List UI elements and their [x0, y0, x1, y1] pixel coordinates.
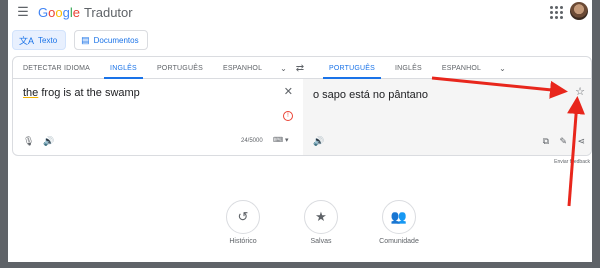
- logo-letter: o: [55, 4, 63, 20]
- community-item[interactable]: 👥 Comunidade: [374, 200, 424, 245]
- google-translate-logo[interactable]: Google Tradutor: [38, 5, 133, 20]
- copy-icon[interactable]: ⧉: [543, 136, 549, 147]
- frame-bottom: [0, 262, 600, 268]
- tab-target-spanish[interactable]: ESPANHOL: [432, 57, 491, 79]
- quick-access-row: ↺ Histórico ★ Salvas 👥 Comunidade: [218, 200, 424, 245]
- target-more-languages-chevron-icon[interactable]: ⌄: [491, 64, 514, 73]
- source-text-rest: frog is at the swamp: [38, 87, 140, 99]
- character-count: 24/5000: [241, 138, 263, 144]
- translation-card: DETECTAR IDIOMA INGLÊS PORTUGUÊS ESPANHO…: [12, 56, 592, 156]
- saved-label: Salvas: [310, 238, 332, 245]
- send-feedback-link[interactable]: Enviar feedback: [554, 159, 590, 165]
- history-label: Histórico: [229, 238, 257, 245]
- tab-target-english[interactable]: INGLÊS: [385, 57, 432, 79]
- logo-letter: g: [62, 4, 70, 20]
- listen-source-speaker-icon[interactable]: 🔊: [43, 136, 54, 147]
- edit-icon[interactable]: ✎: [559, 136, 567, 147]
- text-mode-button[interactable]: 文A Texto: [12, 30, 67, 50]
- target-pane: o sapo está no pântano ☆ 🔊 ⧉ ✎ ⋖: [303, 79, 591, 155]
- source-language-tabs: DETECTAR IDIOMA INGLÊS PORTUGUÊS ESPANHO…: [13, 57, 303, 79]
- documents-mode-label: Documentos: [93, 35, 139, 45]
- saved-item[interactable]: ★ Salvas: [296, 200, 346, 245]
- frame-right: [592, 0, 600, 268]
- frame-left: [0, 0, 8, 268]
- translated-text: o sapo está no pântano: [313, 89, 428, 101]
- share-icon[interactable]: ⋖: [577, 136, 585, 147]
- alert-icon[interactable]: !: [283, 111, 293, 121]
- community-icon[interactable]: 👥: [382, 200, 416, 234]
- star-icon[interactable]: ★: [304, 200, 338, 234]
- documents-mode-button[interactable]: ▤ Documentos: [74, 30, 148, 50]
- translate-icon: 文A: [19, 35, 35, 46]
- source-pane[interactable]: the frog is at the swamp ✕ ! 🎙 🔊 24/5000…: [13, 79, 303, 155]
- apps-grid-icon[interactable]: [548, 4, 564, 20]
- hamburger-menu-icon[interactable]: ☰: [12, 1, 34, 23]
- microphone-icon[interactable]: 🎙: [23, 136, 34, 147]
- tab-source-spanish[interactable]: ESPANHOL: [213, 57, 272, 79]
- history-icon[interactable]: ↺: [226, 200, 260, 234]
- clear-text-icon[interactable]: ✕: [284, 85, 293, 98]
- language-bar: DETECTAR IDIOMA INGLÊS PORTUGUÊS ESPANHO…: [13, 57, 591, 79]
- logo-letter: o: [48, 4, 56, 20]
- community-label: Comunidade: [379, 238, 419, 245]
- top-bar: ☰ Google Tradutor: [8, 0, 592, 24]
- listen-target-speaker-icon[interactable]: 🔊: [313, 136, 324, 147]
- tab-detect-language[interactable]: DETECTAR IDIOMA: [13, 57, 100, 79]
- save-translation-star-icon[interactable]: ☆: [575, 85, 585, 98]
- logo-letter: e: [72, 4, 80, 20]
- history-item[interactable]: ↺ Histórico: [218, 200, 268, 245]
- tab-source-english[interactable]: INGLÊS: [100, 57, 147, 79]
- source-text-underlined: the: [23, 87, 39, 99]
- tab-target-portuguese[interactable]: PORTUGUÊS: [319, 57, 385, 79]
- tab-source-portuguese[interactable]: PORTUGUÊS: [147, 57, 213, 79]
- target-language-tabs: PORTUGUÊS INGLÊS ESPANHOL ⌄: [303, 57, 591, 79]
- keyboard-icon[interactable]: ⌨ ▾: [273, 136, 289, 144]
- product-name: Tradutor: [83, 4, 133, 20]
- text-mode-label: Texto: [38, 35, 58, 45]
- mode-selector: 文A Texto ▤ Documentos: [12, 30, 148, 50]
- logo-letter: G: [38, 4, 49, 20]
- source-text-input[interactable]: the frog is at the swamp: [23, 87, 140, 99]
- avatar[interactable]: [570, 2, 588, 20]
- document-icon: ▤: [81, 34, 90, 45]
